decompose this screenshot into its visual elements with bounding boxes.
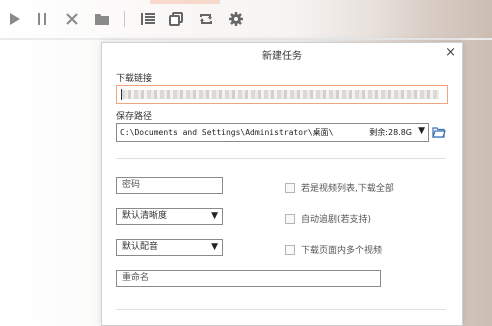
play-icon	[10, 13, 20, 25]
password-input[interactable]: 密码	[116, 177, 223, 194]
open-folder-button[interactable]	[92, 9, 112, 29]
close-icon[interactable]: ×	[445, 45, 456, 60]
refresh-icon	[200, 14, 212, 24]
toolbar-accent-strip	[150, 0, 220, 4]
save-path-value: C:\Documents and Settings\Administrator\…	[120, 128, 334, 137]
checkbox[interactable]	[285, 182, 295, 193]
folder-open-icon	[432, 127, 446, 138]
free-space-text: 剩余:28.8G	[369, 128, 412, 137]
refresh-button[interactable]	[196, 9, 216, 29]
checkbox[interactable]	[285, 244, 295, 255]
dialog-title: 新建任务	[262, 51, 302, 62]
option-label: 自动追剧(若支持)	[301, 215, 372, 225]
list-icon	[141, 13, 155, 25]
option-multiple-videos[interactable]: 下载页面内多个视频	[285, 243, 382, 256]
settings-icon	[229, 12, 243, 26]
password-placeholder: 密码	[122, 180, 141, 190]
audio-select[interactable]: 默认配音 ▼	[116, 239, 223, 256]
browse-folder-button[interactable]	[432, 124, 446, 138]
audio-value: 默认配音	[122, 242, 159, 252]
delete-icon	[66, 13, 78, 25]
footer-divider	[116, 309, 446, 310]
toolbar-bottom-border	[0, 38, 492, 40]
path-label: 保存路径	[116, 112, 153, 122]
rename-placeholder: 重命名	[122, 273, 150, 283]
section-divider	[116, 158, 446, 159]
delete-button[interactable]	[62, 9, 82, 29]
url-blurred-content	[121, 90, 439, 99]
quality-value: 默认清晰度	[122, 211, 168, 221]
option-auto-follow[interactable]: 自动追剧(若支持)	[285, 212, 371, 225]
new-task-dialog: 新建任务 × 下载链接 保存路径 C:\Documents and Settin…	[101, 42, 463, 326]
pause-button[interactable]	[32, 9, 52, 29]
chevron-down-icon: ▼	[211, 242, 218, 252]
rename-input[interactable]: 重命名	[116, 270, 381, 287]
chevron-down-icon[interactable]: ▼	[418, 126, 425, 136]
copy-button[interactable]	[166, 9, 186, 29]
quality-select[interactable]: 默认清晰度 ▼	[116, 208, 223, 225]
text-cursor	[121, 89, 122, 100]
settings-button[interactable]	[226, 9, 246, 29]
task-list-button[interactable]	[138, 9, 158, 29]
pause-icon	[38, 13, 46, 25]
option-label: 若是视频列表,下载全部	[301, 184, 394, 194]
chevron-down-icon: ▼	[211, 211, 218, 221]
toolbar-separator	[124, 11, 125, 27]
option-label: 下载页面内多个视频	[301, 246, 383, 256]
option-download-all[interactable]: 若是视频列表,下载全部	[285, 181, 394, 194]
copy-icon	[169, 12, 183, 26]
toolbar	[0, 0, 492, 38]
checkbox[interactable]	[285, 213, 295, 224]
save-path-select[interactable]: C:\Documents and Settings\Administrator\…	[116, 123, 429, 142]
play-button[interactable]	[5, 9, 25, 29]
folder-icon	[95, 14, 109, 25]
url-input[interactable]	[116, 85, 448, 104]
url-label: 下载链接	[116, 74, 153, 84]
